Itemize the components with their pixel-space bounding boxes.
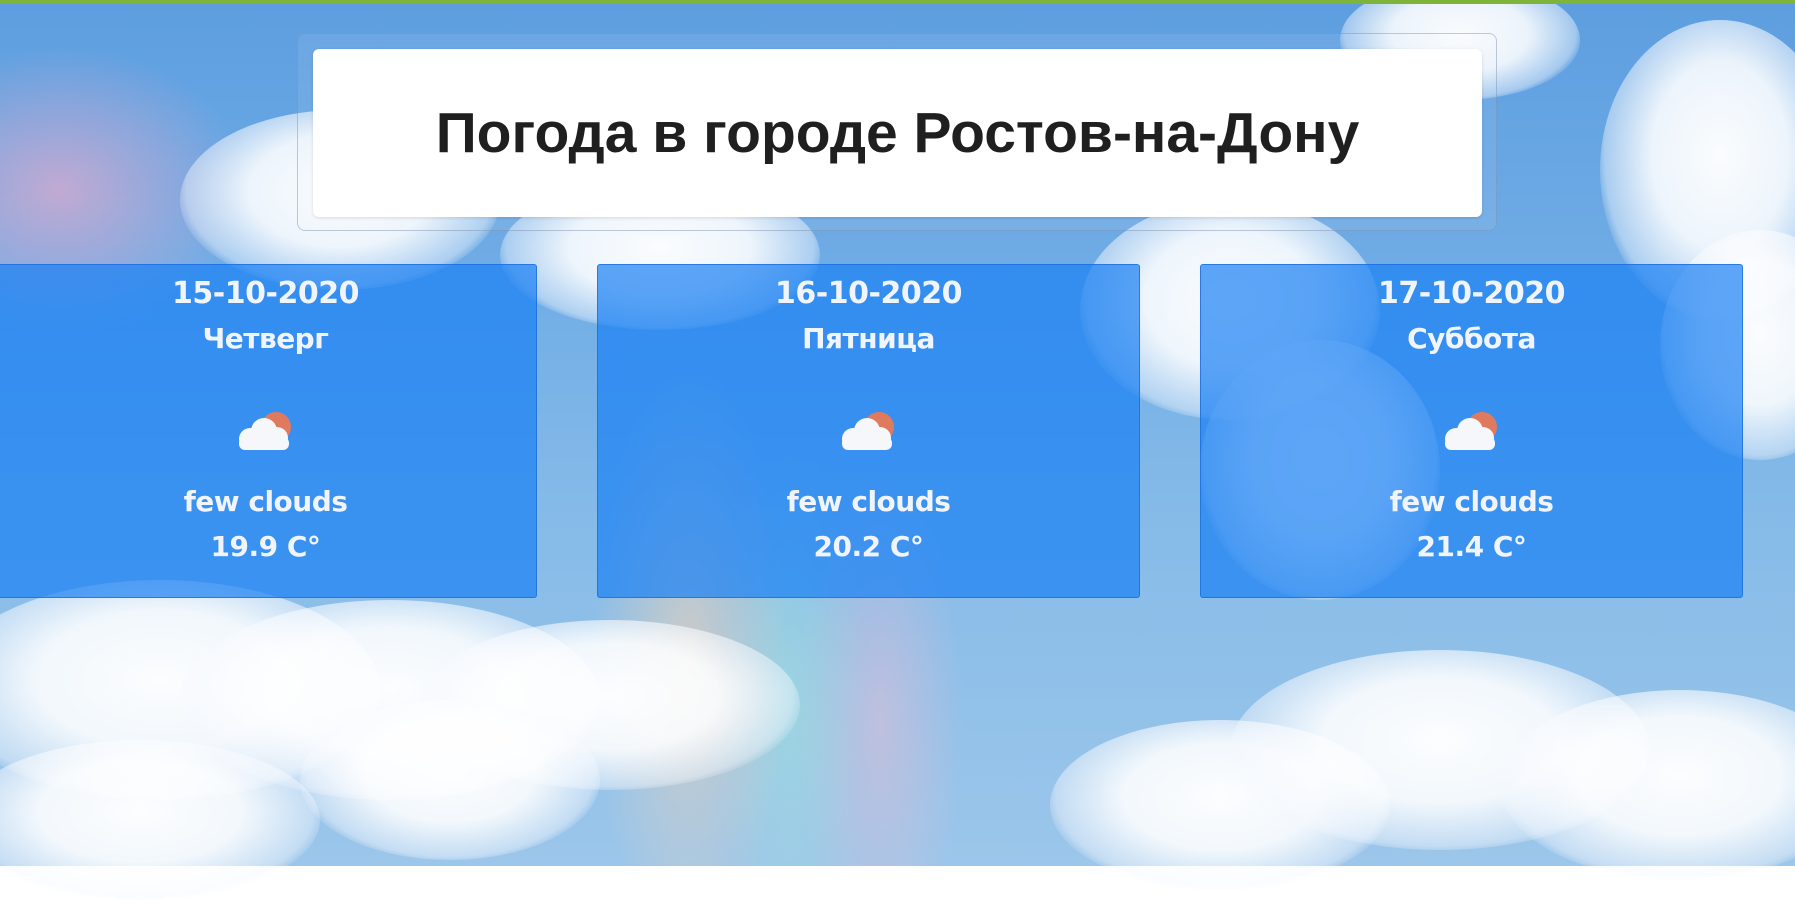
title-card: Погода в городе Ростов-на-Дону [313,49,1482,217]
forecast-temperature: 19.9 C° [210,530,321,563]
forecast-description: few clouds [786,485,951,518]
forecast-weekday: Четверг [202,322,329,355]
forecast-card: 17-10-2020 Суббота few clouds 21.4 C° [1200,264,1743,598]
forecast-temperature: 20.2 C° [813,530,924,563]
forecast-weekday: Пятница [802,322,935,355]
forecast-date: 16-10-2020 [775,276,962,311]
forecast-description: few clouds [1389,485,1554,518]
top-accent-bar [0,0,1795,4]
background-cloud [300,700,600,860]
forecast-date: 17-10-2020 [1378,276,1565,311]
forecast-temperature: 21.4 C° [1416,530,1527,563]
forecast-weekday: Суббота [1407,322,1536,355]
forecast-description: few clouds [183,485,348,518]
forecast-date: 15-10-2020 [172,276,359,311]
page-title: Погода в городе Ростов-на-Дону [435,101,1360,165]
forecast-card: 16-10-2020 Пятница few clouds 20.2 C° [597,264,1140,598]
few-clouds-icon [841,412,894,450]
forecast-card: 15-10-2020 Четверг few clouds 19.9 C° [0,264,537,598]
few-clouds-icon [1444,412,1497,450]
few-clouds-icon [238,412,291,450]
